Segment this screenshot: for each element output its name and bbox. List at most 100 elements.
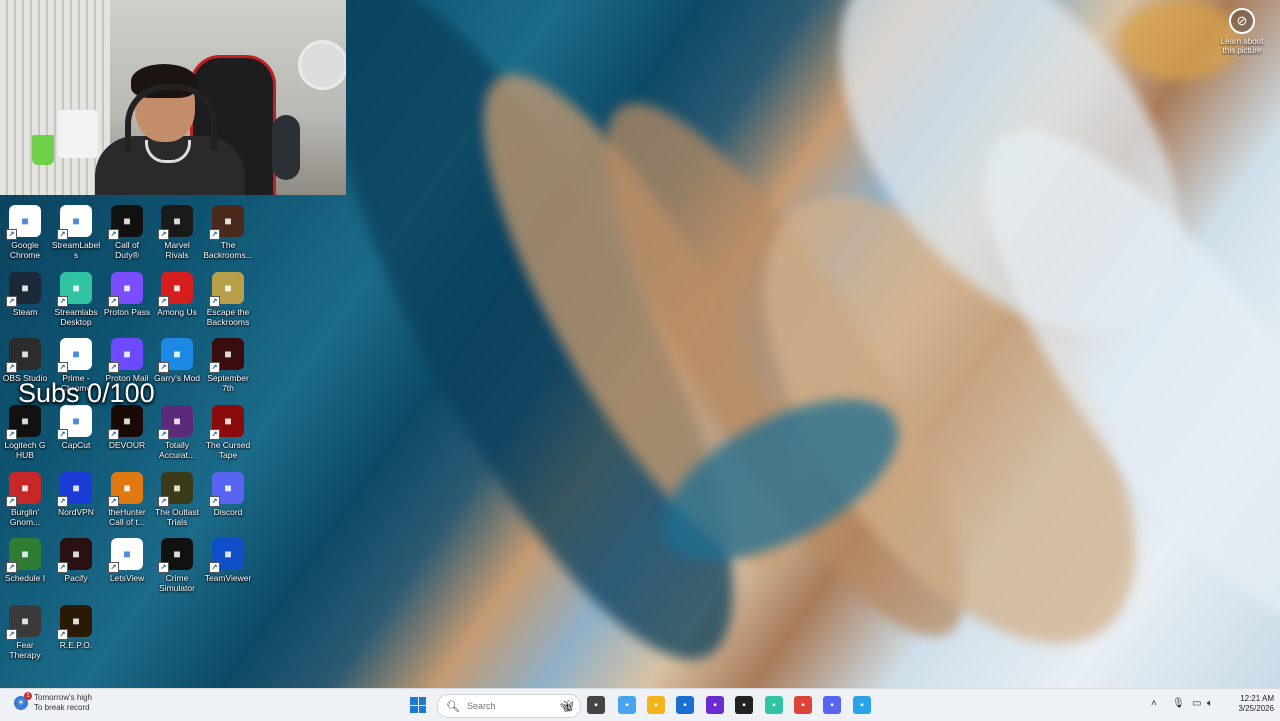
desktop-icon-label: Call of Duty® <box>114 240 140 260</box>
shortcut-arrow-icon: ↗ <box>158 296 169 307</box>
proton-mail-icon: ■ ↗ <box>108 338 143 373</box>
desktop-icon-label: Logitech G HUB <box>4 440 46 460</box>
desktop-icon-proton-mail[interactable]: ■ ↗ Proton Mail <box>102 338 152 383</box>
volume-icon[interactable]: 🔈︎ <box>1207 698 1213 709</box>
desktop-icon-label: Totally Accurat... <box>159 440 195 460</box>
taskbar-app-file-explorer[interactable]: ▪ <box>647 696 665 714</box>
desktop-icon-teamviewer[interactable]: ■ ↗ TeamViewer <box>203 538 253 583</box>
subs-goal-overlay: Subs 0/100 <box>18 378 155 408</box>
letsview-icon: ▪ <box>860 699 864 711</box>
desktop-icon-streamlabels[interactable]: ■ ↗ StreamLabels <box>51 205 101 260</box>
desktop-icon-nordvpn[interactable]: ■ ↗ NordVPN <box>51 472 101 517</box>
desktop-icon-backrooms[interactable]: ■ ↗ The Backrooms... <box>203 205 253 260</box>
shortcut-arrow-icon: ↗ <box>108 429 119 440</box>
outlast-trials-icon: ■ ↗ <box>158 472 193 507</box>
desktop-icon-cursed-tape[interactable]: ■ ↗ The Cursed Tape <box>203 405 253 460</box>
desktop-icon-obs[interactable]: ■ ↗ OBS Studio <box>0 338 50 383</box>
desktop-icon-label: Garry's Mod <box>153 373 201 383</box>
desktop-icon-capcut[interactable]: ■ ↗ CapCut <box>51 405 101 450</box>
shortcut-arrow-icon: ↗ <box>6 629 17 640</box>
taskbar-app-chrome[interactable]: ▪ <box>794 696 812 714</box>
weather-widget[interactable]: ☀ 1 Tomorrow's high To break record <box>14 692 92 713</box>
desktop-icon-label: LetsView <box>109 573 145 583</box>
show-hidden-icons-chevron-icon[interactable]: ˄ <box>1151 698 1157 709</box>
desktop-icon-burglin-gnomes[interactable]: ■ ↗ Burglin' Gnom... <box>0 472 50 527</box>
taskbar-app-microsoft-store[interactable]: ▪ <box>676 696 694 714</box>
shortcut-arrow-icon: ↗ <box>158 362 169 373</box>
desktop-icon-label: Streamlabs Desktop <box>54 307 98 327</box>
shortcut-arrow-icon: ↗ <box>209 429 220 440</box>
shortcut-arrow-icon: ↗ <box>6 229 17 240</box>
shortcut-arrow-icon: ↗ <box>57 362 68 373</box>
taskbar-app-copilot[interactable]: ▪ <box>618 696 636 714</box>
desktop-icon-call-of-duty[interactable]: ■ ↗ Call of Duty® <box>102 205 152 260</box>
desktop-icon-letsview[interactable]: ■ ↗ LetsView <box>102 538 152 583</box>
devour-icon: ■ ↗ <box>108 405 143 440</box>
shortcut-arrow-icon: ↗ <box>57 296 68 307</box>
desktop-icon-label: Escape the Backrooms <box>206 307 250 327</box>
desktop-icon-schedule-one[interactable]: ■ ↗ Schedule I <box>0 538 50 583</box>
task-view-icon: ▪ <box>594 699 598 711</box>
desktop-icon-discord[interactable]: ■ ↗ Discord <box>203 472 253 517</box>
taskbar-app-letsview[interactable]: ▪ <box>853 696 871 714</box>
shortcut-arrow-icon: ↗ <box>57 629 68 640</box>
network-icon[interactable]: ▭ <box>1192 698 1201 709</box>
shortcut-arrow-icon: ↗ <box>209 562 220 573</box>
discord-icon: ■ ↗ <box>209 472 244 507</box>
chrome-icon: ▪ <box>801 699 805 711</box>
taskbar-app-streamlabs[interactable]: ▪ <box>765 696 783 714</box>
search-input[interactable] <box>464 700 549 712</box>
desktop-icon-steam[interactable]: ■ ↗ Steam <box>0 272 50 317</box>
shortcut-arrow-icon: ↗ <box>6 362 17 373</box>
streamer <box>95 64 245 195</box>
desktop-icon-crime-simulator[interactable]: ■ ↗ Crime Simulator <box>152 538 202 593</box>
taskbar-search[interactable]: 🔍︎ 🦋︎ <box>437 694 581 718</box>
desktop-icon-proton-pass[interactable]: ■ ↗ Proton Pass <box>102 272 152 317</box>
escape-backrooms-icon: ■ ↗ <box>209 272 244 307</box>
start-button[interactable] <box>410 697 426 713</box>
microphone-icon[interactable]: 🎙︎ <box>1172 698 1185 709</box>
capcut-icon: ■ ↗ <box>57 405 92 440</box>
among-us-icon: ■ ↗ <box>158 272 193 307</box>
desktop-icon-logitech-ghub[interactable]: ■ ↗ Logitech G HUB <box>0 405 50 460</box>
search-highlight-icon: 🦋︎ <box>560 700 574 713</box>
desktop-icon-escape-backrooms[interactable]: ■ ↗ Escape the Backrooms <box>203 272 253 327</box>
desktop-icon-label: Fear Therapy <box>9 640 41 660</box>
shortcut-arrow-icon: ↗ <box>57 562 68 573</box>
shortcut-arrow-icon: ↗ <box>108 362 119 373</box>
proton-pass-icon: ■ ↗ <box>108 272 143 307</box>
desktop-icon-garrys-mod[interactable]: ■ ↗ Garry's Mod <box>152 338 202 383</box>
taskbar-app-discord[interactable]: ▪ <box>823 696 841 714</box>
desktop-icon-marvel-rivals[interactable]: ■ ↗ Marvel Rivals <box>152 205 202 260</box>
backrooms-icon: ■ ↗ <box>209 205 244 240</box>
streamlabs-icon: ▪ <box>772 699 776 711</box>
weather-title: Tomorrow's high <box>34 693 92 702</box>
totally-accurate-icon: ■ ↗ <box>158 405 193 440</box>
desktop-icon-streamlabs-desktop[interactable]: ■ ↗ Streamlabs Desktop <box>51 272 101 327</box>
fan <box>298 40 346 90</box>
shortcut-arrow-icon: ↗ <box>108 296 119 307</box>
taskbar-app-terminal[interactable]: ▪ <box>735 696 753 714</box>
taskbar-app-game-app[interactable]: ▪ <box>706 696 724 714</box>
notification-badge: 1 <box>24 692 32 700</box>
desktop-icon-thehunter[interactable]: ■ ↗ theHunter Call of t... <box>102 472 152 527</box>
taskbar-app-task-view[interactable]: ▪ <box>587 696 605 714</box>
desktop-icon-chrome[interactable]: ■ ↗ Google Chrome <box>0 205 50 260</box>
steam-icon: ■ ↗ <box>6 272 41 307</box>
desktop-icon-among-us[interactable]: ■ ↗ Among Us <box>152 272 202 317</box>
desktop-icon-label: The Cursed Tape <box>205 440 251 460</box>
desktop-icon-september-7th[interactable]: ■ ↗ September 7th <box>203 338 253 393</box>
desktop-icon-pacify[interactable]: ■ ↗ Pacify <box>51 538 101 583</box>
system-clock[interactable]: 12:21 AM 3/25/2026 <box>1222 694 1274 714</box>
headphones <box>125 84 217 150</box>
desktop-icon-label: NordVPN <box>58 507 94 517</box>
desktop-icon-outlast-trials[interactable]: ■ ↗ The Outlast Trials <box>152 472 202 527</box>
desktop-icon-totally-accurate[interactable]: ■ ↗ Totally Accurat... <box>152 405 202 460</box>
desktop-icon-fear-therapy[interactable]: ■ ↗ Fear Therapy <box>0 605 50 660</box>
desktop-icon-repo[interactable]: ■ ↗ R.E.P.O. <box>51 605 101 650</box>
shortcut-arrow-icon: ↗ <box>209 229 220 240</box>
learn-about-picture[interactable]: ⊘ Learn about this picture <box>1218 8 1266 55</box>
desktop-icon-label: September 7th <box>207 373 249 393</box>
desktop-icon-devour[interactable]: ■ ↗ DEVOUR <box>102 405 152 450</box>
desktop-icon-label: theHunter Call of t... <box>108 507 146 527</box>
